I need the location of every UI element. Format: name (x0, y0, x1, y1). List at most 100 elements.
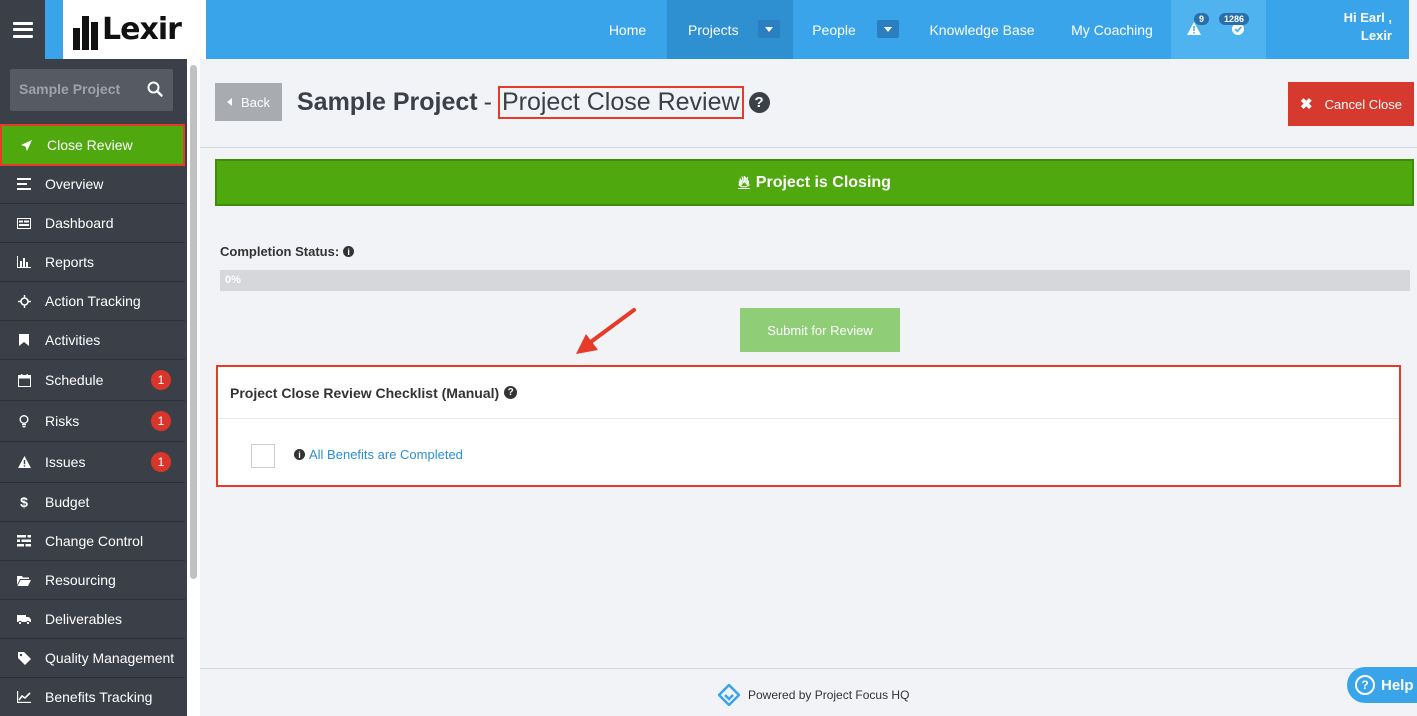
sidebar-item-budget[interactable]: $ Budget (0, 483, 185, 522)
people-dropdown-toggle[interactable] (877, 20, 899, 38)
top-navbar: Lexir Home Projects People Knowledge Bas… (0, 0, 1417, 59)
nav-home-label: Home (608, 21, 647, 38)
sidebar-item-label: Activities (45, 332, 101, 348)
sidebar-item-overview[interactable]: Overview (0, 165, 185, 204)
sidebar-item-benefits-tracking[interactable]: Benefits Tracking (0, 678, 185, 716)
crosshair-icon (17, 294, 31, 308)
project-closing-banner: 🔥︎ Project is Closing (215, 159, 1414, 206)
project-search-input[interactable]: Sample Project (10, 69, 173, 111)
question-circle-icon[interactable]: ? (504, 386, 518, 399)
info-icon: i (294, 449, 305, 460)
nav-my-coaching-label: My Coaching (1071, 21, 1153, 38)
sidebar-item-label: Resourcing (45, 572, 116, 588)
sidebar-item-label: Risks (45, 413, 80, 429)
nav-knowledge-base[interactable]: Knowledge Base (915, 0, 1049, 59)
alerts-area: 9 1286 (1171, 0, 1266, 59)
alerts-count-badge: 9 (1194, 13, 1210, 25)
logo[interactable]: Lexir (63, 0, 206, 59)
dashboard-icon (17, 216, 31, 230)
checklist-item-label: All Benefits are Completed (309, 447, 463, 462)
completion-progress-bar: 0% (220, 270, 1410, 291)
sidebar-item-label: Schedule (45, 372, 104, 388)
question-circle-icon[interactable]: ? (748, 92, 770, 113)
tag-icon (17, 651, 31, 665)
nav-projects-label: Projects (688, 21, 739, 38)
sidebar-item-dashboard[interactable]: Dashboard (0, 204, 185, 243)
line-chart-icon (17, 690, 31, 704)
sliders-icon (17, 534, 31, 548)
question-circle-icon: ? (1355, 675, 1375, 695)
completion-status-text: Completion Status: (220, 244, 340, 259)
nav-my-coaching[interactable]: My Coaching (1058, 0, 1166, 59)
sidebar-item-issues[interactable]: Issues 1 (0, 442, 185, 483)
sidebar-item-deliverables[interactable]: Deliverables (0, 600, 185, 639)
sidebar-item-quality-management[interactable]: Quality Management (0, 639, 185, 678)
lightbulb-icon (17, 414, 31, 428)
help-button[interactable]: ? Help (1347, 667, 1417, 703)
back-button-label: Back (241, 94, 270, 110)
nav-projects[interactable]: Projects (667, 0, 793, 59)
sidebar-scrollbar[interactable] (187, 59, 200, 716)
footer-divider (200, 668, 1417, 669)
submit-for-review-label: Submit for Review (767, 322, 873, 338)
nav-people[interactable]: People (800, 0, 868, 59)
sidebar-item-action-tracking[interactable]: Action Tracking (0, 282, 185, 321)
benefits-completed-checkbox[interactable] (251, 444, 275, 468)
page-title-separator: - (483, 88, 492, 116)
building-logo-icon (73, 10, 100, 50)
topbar-edge (1409, 0, 1417, 59)
projects-dropdown-toggle[interactable] (758, 20, 780, 38)
sidebar-item-change-control[interactable]: Change Control (0, 522, 185, 561)
cancel-close-button[interactable]: ✖ Cancel Close (1288, 82, 1414, 126)
sidebar-item-schedule[interactable]: Schedule 1 (0, 360, 185, 401)
greeting-org: Lexir (1360, 28, 1392, 43)
sidebar-item-label: Close Review (47, 137, 133, 153)
bookmark-icon (17, 333, 31, 347)
project-focus-logo-icon (718, 684, 740, 706)
chevron-down-icon (884, 26, 892, 32)
sidebar-scrollbar-thumb[interactable] (190, 65, 197, 579)
close-review-checklist: Project Close Review Checklist (Manual) … (216, 365, 1401, 487)
checklist-title: Project Close Review Checklist (Manual) (230, 384, 500, 401)
checklist-header: Project Close Review Checklist (Manual) … (218, 367, 1399, 419)
sidebar-item-risks[interactable]: Risks 1 (0, 401, 185, 442)
sidebar-item-label: Dashboard (45, 215, 114, 231)
folder-icon (17, 573, 31, 587)
back-button[interactable]: Back (215, 83, 282, 121)
dollar-icon: $ (20, 494, 28, 510)
sidebar-item-close-review[interactable]: Close Review (0, 124, 185, 166)
powered-by-text: Powered by Project Focus HQ (748, 688, 910, 702)
benefits-completed-link[interactable]: i All Benefits are Completed (294, 447, 463, 462)
warning-icon (17, 455, 31, 469)
completion-status-label: Completion Status: i (220, 244, 355, 259)
header-divider (200, 147, 1417, 148)
cancel-close-label: Cancel Close (1324, 96, 1402, 112)
nav-knowledge-base-label: Knowledge Base (929, 21, 1035, 38)
chevron-left-icon (227, 98, 233, 106)
footer: Powered by Project Focus HQ (718, 684, 909, 706)
sidebar-item-label: Deliverables (45, 611, 123, 627)
sidebar-item-label: Change Control (45, 533, 144, 549)
schedule-count-badge: 1 (151, 370, 171, 390)
submit-for-review-button[interactable]: Submit for Review (740, 308, 900, 352)
annotation-arrow-icon (576, 308, 636, 354)
page-title-subtitle: Project Close Review (497, 86, 744, 119)
issues-count-badge: 1 (151, 452, 171, 472)
sidebar-item-reports[interactable]: Reports (0, 243, 185, 282)
sidebar-item-label: Action Tracking (45, 293, 141, 309)
sidebar-item-label: Overview (45, 176, 104, 192)
sidebar-item-label: Budget (45, 494, 90, 510)
search-icon[interactable] (147, 81, 163, 97)
sidebar-item-resourcing[interactable]: Resourcing (0, 561, 185, 600)
info-icon[interactable]: i (343, 246, 355, 257)
logo-text: Lexir (102, 12, 182, 47)
progress-text: 0% (225, 274, 241, 286)
nav-home[interactable]: Home (595, 0, 660, 59)
help-label: Help (1381, 676, 1414, 694)
truck-icon (17, 612, 31, 626)
chevron-down-icon (765, 26, 773, 32)
user-menu[interactable]: Hi Earl , Lexir (1330, 9, 1392, 45)
hamburger-menu-button[interactable] (0, 0, 45, 59)
sidebar: Sample Project Close Review Overview Das… (0, 59, 200, 716)
sidebar-item-activities[interactable]: Activities (0, 321, 185, 360)
